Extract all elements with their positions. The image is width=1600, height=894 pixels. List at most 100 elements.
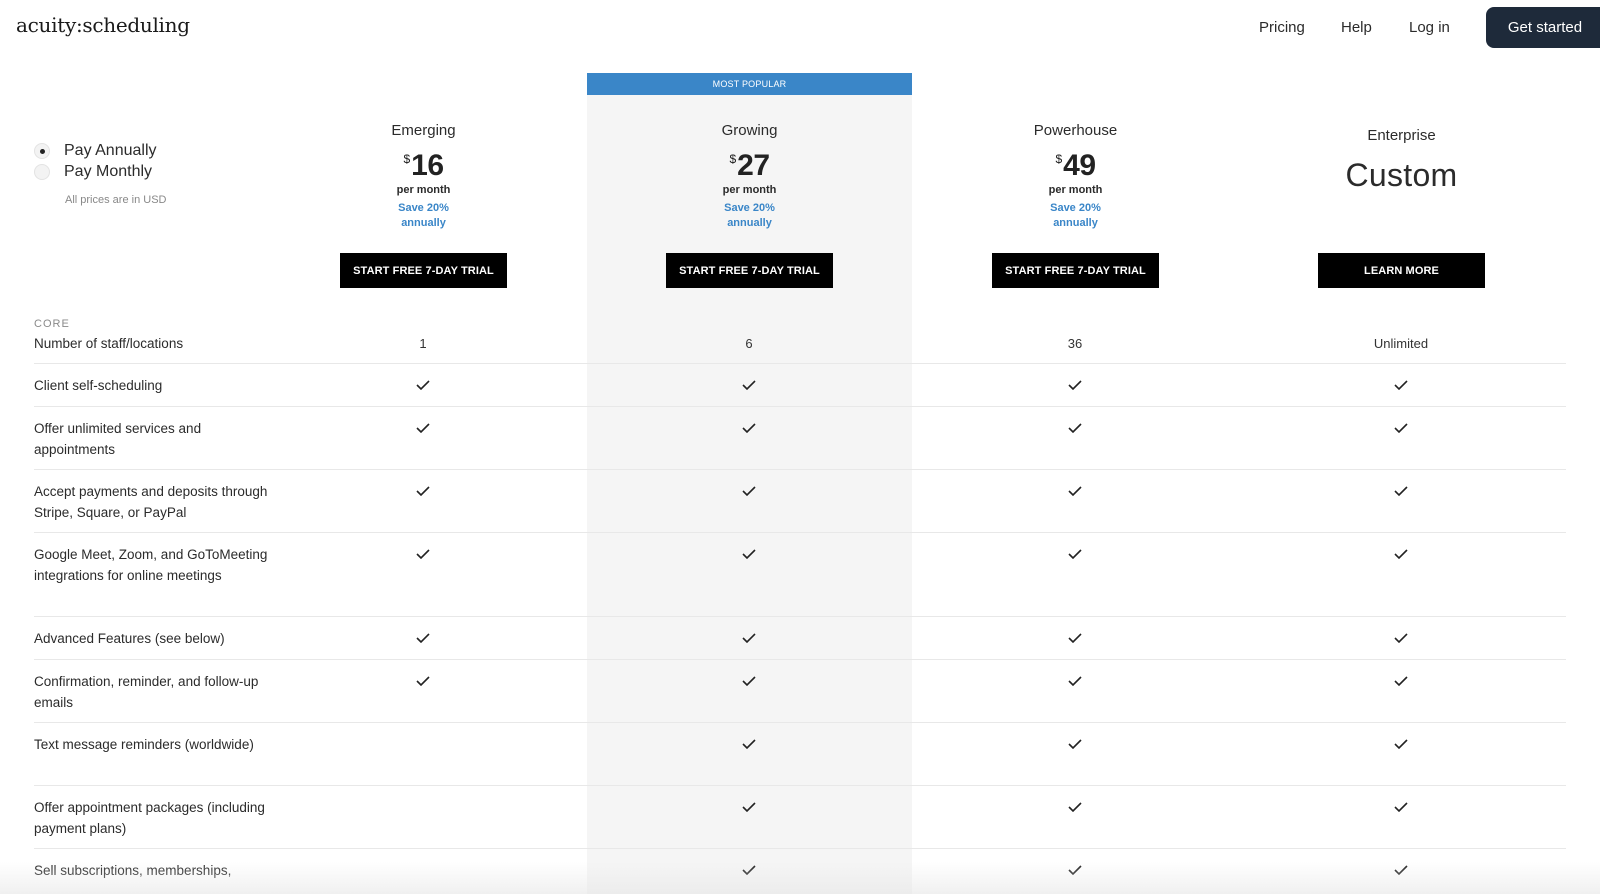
check-icon (1394, 802, 1408, 812)
check-icon (1068, 549, 1082, 559)
check-icon (742, 739, 756, 749)
get-started-button[interactable]: Get started (1486, 7, 1600, 48)
plan-price: $ 27 (587, 149, 912, 183)
check-icon (742, 865, 756, 875)
billing-toggle: Pay Annually Pay Monthly (34, 140, 157, 182)
table-row: Offer appointment packages (including pa… (34, 786, 1566, 849)
check-icon (1394, 865, 1408, 875)
check-icon (1394, 676, 1408, 686)
currency-symbol: $ (729, 152, 737, 166)
table-row: Text message reminders (worldwide) (34, 723, 1566, 786)
table-row: Number of staff/locations 1 6 36 Unlimited (34, 330, 1566, 364)
save-note: Save 20% annually (587, 201, 912, 231)
pay-monthly-option[interactable]: Pay Monthly (34, 161, 157, 182)
pay-monthly-label: Pay Monthly (64, 162, 153, 180)
pay-annually-option[interactable]: Pay Annually (34, 140, 157, 161)
plan-name: Emerging (391, 122, 456, 139)
nav-help-link[interactable]: Help (1341, 19, 1372, 36)
enterprise-learn-more-button[interactable]: LEARN MORE (1318, 253, 1485, 288)
check-icon (416, 549, 430, 559)
save-line-1: Save 20% (398, 202, 449, 214)
save-note: Save 20% annually (261, 201, 586, 231)
pay-annually-radio[interactable] (34, 142, 50, 159)
feature-label: Confirmation, reminder, and follow-up em… (34, 674, 259, 710)
check-icon (742, 676, 756, 686)
check-icon (742, 423, 756, 433)
price-amount: 49 (1063, 149, 1096, 182)
top-navigation: acuity:scheduling Pricing Help Log in Ge… (0, 0, 1600, 56)
feature-label: Sell subscriptions, memberships, (34, 863, 232, 878)
check-icon (1068, 423, 1082, 433)
currency-note: All prices are in USD (65, 194, 167, 206)
feature-label: Offer unlimited services and appointment… (34, 421, 202, 457)
emerging-trial-button[interactable]: START FREE 7-DAY TRIAL (340, 253, 507, 288)
nav-pricing-link[interactable]: Pricing (1259, 19, 1305, 36)
price-amount: 27 (737, 149, 770, 182)
feature-label: Number of staff/locations (34, 336, 184, 351)
currency-symbol: $ (1055, 152, 1063, 166)
check-icon (1394, 633, 1408, 643)
check-icon (742, 633, 756, 643)
check-icon (1068, 486, 1082, 496)
feature-value: Unlimited (1373, 336, 1429, 351)
table-row: Accept payments and deposits through Str… (34, 470, 1566, 533)
plan-growing: Growing $ 27 per month Save 20% annually (587, 122, 912, 231)
section-heading-core: CORE (34, 318, 70, 330)
check-icon (1068, 676, 1082, 686)
check-icon (742, 380, 756, 390)
currency-symbol: $ (403, 152, 411, 166)
table-row: Google Meet, Zoom, and GoToMeeting integ… (34, 533, 1566, 617)
plan-price: $ 16 (261, 149, 586, 183)
feature-label: Google Meet, Zoom, and GoToMeeting integ… (34, 547, 268, 583)
save-line-1: Save 20% (1050, 202, 1101, 214)
feature-label: Advanced Features (see below) (34, 631, 225, 646)
feature-label: Offer appointment packages (including pa… (34, 800, 265, 836)
table-row: Offer unlimited services and appointment… (34, 407, 1566, 470)
plan-enterprise: Enterprise Custom (1239, 127, 1564, 194)
feature-label: Client self-scheduling (34, 378, 163, 393)
feature-label: Text message reminders (worldwide) (34, 737, 254, 752)
check-icon (1394, 549, 1408, 559)
custom-price: Custom (1345, 157, 1458, 193)
check-icon (1394, 380, 1408, 390)
feature-value: 6 (745, 336, 753, 351)
check-icon (1394, 423, 1408, 433)
check-icon (1068, 739, 1082, 749)
table-row: Client self-scheduling (34, 364, 1566, 407)
feature-label: Accept payments and deposits through Str… (34, 484, 268, 520)
save-line-2: annually (727, 217, 772, 229)
plan-powerhouse: Powerhouse $ 49 per month Save 20% annua… (913, 122, 1238, 231)
check-icon (742, 486, 756, 496)
price-amount: 16 (411, 149, 444, 182)
check-icon (416, 423, 430, 433)
feature-value: 1 (419, 336, 427, 351)
check-icon (1068, 380, 1082, 390)
save-line-1: Save 20% (724, 202, 775, 214)
plan-name: Enterprise (1367, 127, 1436, 144)
powerhouse-trial-button[interactable]: START FREE 7-DAY TRIAL (992, 253, 1159, 288)
save-line-2: annually (401, 217, 446, 229)
check-icon (1394, 739, 1408, 749)
pay-annually-label: Pay Annually (64, 141, 157, 159)
check-icon (1068, 633, 1082, 643)
price-period: per month (396, 184, 451, 196)
pay-monthly-radio[interactable] (34, 163, 50, 180)
plan-name: Powerhouse (1033, 122, 1118, 139)
check-icon (416, 486, 430, 496)
feature-table: Number of staff/locations 1 6 36 Unlimited Cl… (34, 330, 1566, 889)
price-period: per month (1048, 184, 1103, 196)
check-icon (1068, 802, 1082, 812)
plan-price: $ 49 (913, 149, 1238, 183)
save-line-2: annually (1053, 217, 1098, 229)
growing-trial-button[interactable]: START FREE 7-DAY TRIAL (666, 253, 833, 288)
check-icon (416, 380, 430, 390)
plan-emerging: Emerging $ 16 per month Save 20% annuall… (261, 122, 586, 231)
check-icon (416, 676, 430, 686)
table-row: Confirmation, reminder, and follow-up em… (34, 660, 1566, 723)
table-row: Sell subscriptions, memberships, (34, 849, 1566, 889)
logo[interactable]: acuity:scheduling (16, 13, 190, 37)
plan-name: Growing (721, 122, 778, 139)
price-period: per month (722, 184, 777, 196)
nav-login-link[interactable]: Log in (1409, 19, 1450, 36)
check-icon (1068, 865, 1082, 875)
